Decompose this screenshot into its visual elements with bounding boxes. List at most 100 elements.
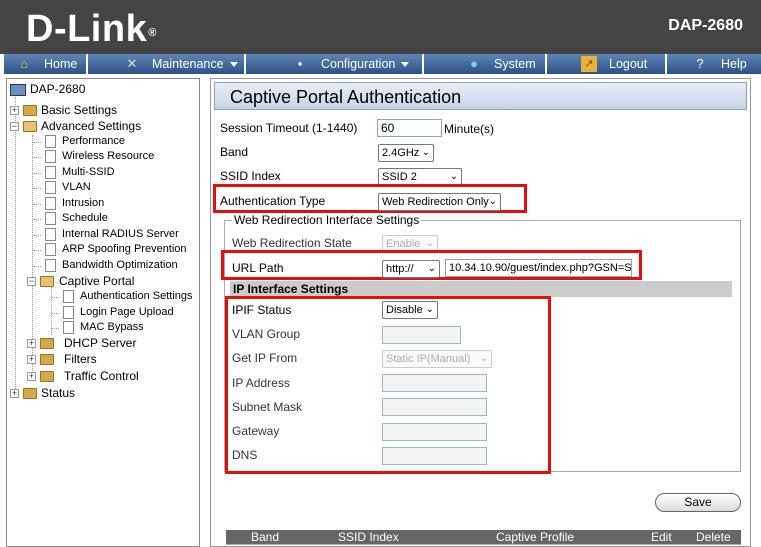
navigation-tree: DAP-2680 + Basic Settings − Advanced Set… bbox=[6, 78, 200, 547]
dlink-logo: D-Link® bbox=[26, 8, 157, 50]
gateway-label: Gateway bbox=[232, 424, 280, 438]
top-nav: ⌂ Home ✕ Maintenance ▪ Configuration ● S… bbox=[0, 54, 761, 74]
page-icon bbox=[45, 243, 56, 256]
url-path-input[interactable]: 10.34.10.90/guest/index.php?GSN=S3 bbox=[445, 259, 632, 277]
expand-icon: + bbox=[27, 371, 36, 381]
ipif-status-select[interactable]: Disable ⌄ bbox=[382, 301, 438, 319]
folder-icon bbox=[40, 354, 54, 365]
tree-branch bbox=[33, 266, 41, 267]
page-icon bbox=[63, 290, 74, 303]
ipif-status-value: Disable bbox=[386, 304, 423, 316]
tree-item-label: VLAN bbox=[62, 181, 91, 193]
auth-type-select[interactable]: Web Redirection Only ⌄ bbox=[378, 193, 501, 211]
nav-configuration-label: Configuration bbox=[321, 57, 396, 71]
chevron-down-icon: ⌄ bbox=[488, 196, 497, 207]
url-scheme-value: http:// bbox=[386, 263, 414, 275]
col-delete: Delete bbox=[696, 530, 731, 544]
tree-filters-label: Filters bbox=[64, 352, 97, 366]
tree-branch bbox=[52, 297, 59, 298]
nav-system-button[interactable]: ● System bbox=[424, 54, 546, 74]
auth-type-label: Authentication Type bbox=[220, 194, 326, 208]
tree-branch bbox=[33, 250, 41, 251]
nav-maintenance-button[interactable]: ✕ Maintenance bbox=[88, 54, 245, 74]
nav-home-button[interactable]: ⌂ Home bbox=[4, 54, 87, 74]
subnet-mask-input[interactable] bbox=[382, 398, 487, 416]
collapse-icon: − bbox=[10, 121, 19, 131]
get-ip-from-select[interactable]: Static IP(Manual) ⌄ bbox=[382, 350, 492, 368]
logout-icon: ↗ bbox=[581, 56, 597, 72]
page-icon bbox=[45, 228, 56, 241]
get-ip-from-label: Get IP From bbox=[232, 351, 298, 365]
chevron-down-icon: ⌄ bbox=[427, 263, 436, 274]
dns-input[interactable] bbox=[382, 447, 487, 465]
subnet-mask-label: Subnet Mask bbox=[232, 400, 303, 414]
tree-branch bbox=[33, 157, 41, 158]
tree-item-label: Login Page Upload bbox=[80, 306, 174, 318]
folder-open-icon bbox=[23, 121, 37, 132]
col-ssid-index: SSID Index bbox=[338, 530, 399, 544]
gateway-input[interactable] bbox=[382, 423, 487, 441]
chevron-down-icon bbox=[401, 62, 409, 67]
col-captive-profile: Captive Profile bbox=[496, 530, 575, 544]
web-state-value: Enable bbox=[386, 238, 421, 250]
auth-type-value: Web Redirection Only bbox=[382, 196, 489, 208]
expand-icon: + bbox=[10, 105, 19, 115]
vlan-group-input[interactable] bbox=[382, 326, 461, 344]
tree-branch bbox=[52, 328, 59, 329]
page-icon bbox=[45, 259, 56, 272]
page-icon bbox=[45, 181, 56, 194]
chevron-down-icon bbox=[230, 62, 238, 67]
tree-item-label: Performance bbox=[62, 135, 125, 147]
tree-item-label: Internal RADIUS Server bbox=[62, 228, 179, 240]
page-icon bbox=[63, 306, 74, 319]
tree-item-label: Schedule bbox=[62, 212, 108, 224]
globe-icon: ● bbox=[470, 56, 478, 71]
page-icon bbox=[45, 166, 56, 179]
get-ip-from-value: Static IP(Manual) bbox=[386, 353, 471, 365]
save-button[interactable]: Save bbox=[655, 493, 741, 512]
chevron-down-icon: ⌄ bbox=[425, 304, 434, 315]
tree-branch bbox=[33, 142, 41, 143]
tree-branch bbox=[52, 313, 59, 314]
chevron-down-icon: ⌄ bbox=[449, 171, 458, 182]
col-band: Band bbox=[251, 530, 280, 544]
session-timeout-label: Session Timeout (1-1440) bbox=[220, 121, 358, 135]
nav-configuration-button[interactable]: ▪ Configuration bbox=[246, 54, 423, 74]
page-icon bbox=[45, 150, 56, 163]
disk-icon: ▪ bbox=[297, 56, 303, 71]
tree-branch bbox=[33, 219, 41, 220]
band-select[interactable]: 2.4GHz ⌄ bbox=[378, 144, 434, 162]
page-title: Captive Portal Authentication bbox=[230, 87, 462, 107]
tree-status-label: Status bbox=[41, 386, 76, 400]
vlan-group-label: VLAN Group bbox=[232, 327, 301, 341]
band-label: Band bbox=[220, 145, 249, 159]
tree-root-label: DAP-2680 bbox=[30, 82, 86, 96]
captive-table-header: Band SSID Index Captive Profile Edit Del… bbox=[226, 530, 741, 544]
nav-logout-button[interactable]: ↗ Logout bbox=[547, 54, 666, 74]
ip-address-label: IP Address bbox=[232, 376, 290, 390]
nav-help-button[interactable]: ? Help bbox=[667, 54, 761, 74]
expand-icon: + bbox=[10, 388, 19, 398]
nav-help-label: Help bbox=[721, 57, 747, 71]
tree-connector bbox=[15, 97, 16, 393]
folder-icon bbox=[23, 105, 37, 116]
tree-item-label: MAC Bypass bbox=[80, 321, 144, 333]
ssid-index-value: SSID 2 bbox=[382, 171, 417, 183]
ipif-status-label: IPIF Status bbox=[232, 303, 292, 317]
help-icon: ? bbox=[696, 56, 704, 71]
tree-branch bbox=[33, 173, 41, 174]
ip-interface-title: IP Interface Settings bbox=[233, 282, 349, 296]
tree-basic-label: Basic Settings bbox=[41, 103, 118, 117]
tree-item-label: ARP Spoofing Prevention bbox=[62, 243, 187, 255]
ip-address-input[interactable] bbox=[382, 374, 487, 392]
session-timeout-input[interactable]: 60 bbox=[377, 119, 442, 137]
tree-advanced-label: Advanced Settings bbox=[41, 119, 142, 133]
ssid-index-label: SSID Index bbox=[220, 169, 281, 183]
model-name: DAP-2680 bbox=[668, 17, 743, 34]
nav-home-label: Home bbox=[44, 57, 78, 71]
web-redirection-legend: Web Redirection Interface Settings bbox=[232, 213, 422, 227]
url-scheme-select[interactable]: http:// ⌄ bbox=[382, 260, 440, 278]
nav-maintenance-label: Maintenance bbox=[152, 57, 224, 71]
expand-icon: + bbox=[27, 354, 36, 364]
tree-item-label: Intrusion bbox=[62, 197, 105, 209]
